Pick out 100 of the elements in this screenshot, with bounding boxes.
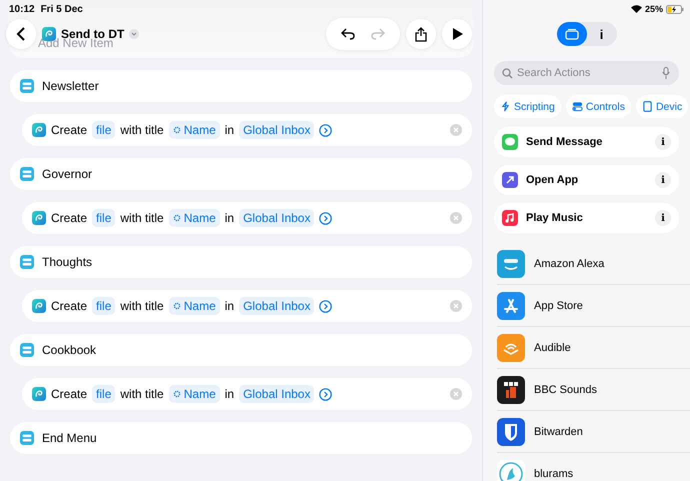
library-tab[interactable] (556, 22, 586, 46)
app-icon (497, 334, 525, 362)
action-label: Send Message (526, 136, 602, 148)
redo-icon (371, 28, 385, 40)
app-icon (32, 123, 46, 137)
suggested-action[interactable]: Play Music i (494, 203, 679, 233)
app-row[interactable]: Bitwarden (497, 411, 690, 453)
expand-icon[interactable] (319, 388, 332, 400)
info-button[interactable]: i (655, 210, 671, 226)
variable-token[interactable]: Name (168, 209, 220, 227)
action-label: Play Music (526, 212, 583, 224)
menu-item[interactable]: Cookbook (10, 334, 472, 366)
variable-token[interactable]: Name (168, 385, 220, 403)
menu-icon (20, 255, 34, 269)
share-icon (415, 26, 427, 42)
app-icon (497, 418, 525, 446)
play-icon (452, 28, 462, 40)
action-icon (502, 134, 518, 150)
action-text: Create (51, 387, 88, 401)
info-button[interactable]: i (655, 172, 671, 188)
battery-level: 25% (644, 4, 663, 14)
variable-token[interactable]: Name (168, 297, 220, 315)
microphone-icon (662, 67, 670, 79)
action-text: Create (51, 299, 88, 313)
app-row[interactable]: Amazon Alexa (497, 243, 690, 285)
menu-item[interactable]: Thoughts (10, 246, 472, 278)
folder-parameter[interactable]: Global Inbox (239, 121, 314, 139)
folder-parameter[interactable]: Global Inbox (239, 385, 314, 403)
type-parameter[interactable]: file (92, 121, 116, 139)
action-text: with title (120, 299, 164, 313)
variable-token[interactable]: Name (168, 121, 220, 139)
status-date: Fri 5 Dec (40, 4, 83, 15)
suggested-action[interactable]: Open App i (494, 165, 679, 195)
folder-parameter[interactable]: Global Inbox (239, 209, 314, 227)
app-row[interactable]: blurams (497, 453, 690, 481)
menu-icon (20, 343, 34, 357)
gear-icon (172, 126, 181, 134)
wifi-icon (630, 5, 642, 13)
action-block[interactable]: Create file with title Name in Global Inbox (22, 114, 472, 146)
menu-icon (20, 79, 34, 93)
app-name: Audible (534, 342, 571, 354)
app-icon (32, 211, 46, 225)
library-icon (564, 28, 578, 40)
app-name: App Store (534, 300, 583, 312)
chevron-left-icon (16, 27, 26, 41)
app-icon (497, 292, 525, 320)
category-chip[interactable]: Devic (636, 95, 688, 118)
info-button[interactable]: i (655, 134, 671, 150)
app-name: BBC Sounds (534, 384, 597, 396)
app-icon (497, 376, 525, 404)
category-chip[interactable]: Scripting (494, 95, 561, 118)
status-time: 10:12 (9, 4, 35, 15)
scripting-icon (500, 101, 511, 112)
type-parameter[interactable]: file (92, 297, 116, 315)
search-icon (502, 68, 513, 78)
action-text: with title (120, 123, 164, 137)
menu-item[interactable]: Newsletter (10, 70, 472, 102)
action-text: in (224, 387, 234, 401)
tablet-icon (642, 101, 653, 112)
undo-icon (341, 28, 355, 40)
app-row[interactable]: Audible (497, 327, 690, 369)
action-text: in (224, 211, 234, 225)
type-parameter[interactable]: file (92, 385, 116, 403)
menu-item[interactable]: Governor (10, 158, 472, 190)
suggested-action[interactable]: Send Message i (494, 127, 679, 157)
folder-parameter[interactable]: Global Inbox (239, 297, 314, 315)
action-text: Create (51, 211, 88, 225)
menu-item-label: Thoughts (42, 255, 92, 269)
app-icon (497, 250, 525, 278)
app-name: blurams (534, 468, 574, 480)
app-name: Bitwarden (534, 426, 583, 438)
menu-item-label: Newsletter (42, 79, 99, 93)
action-icon (502, 210, 518, 226)
category-chip[interactable]: Controls (566, 95, 631, 118)
action-block[interactable]: Create file with title Name in Global Inbox (22, 378, 472, 410)
action-icon (502, 172, 518, 188)
action-text: in (224, 299, 234, 313)
action-block[interactable]: Create file with title Name in Global Inbox (22, 290, 472, 322)
gear-icon (172, 302, 181, 310)
app-row[interactable]: BBC Sounds (497, 369, 690, 411)
gear-icon (172, 214, 181, 222)
menu-icon (20, 431, 34, 445)
expand-icon[interactable] (319, 300, 332, 312)
gear-icon (172, 390, 181, 398)
action-text: in (224, 123, 234, 137)
app-row[interactable]: App Store (497, 285, 690, 327)
menu-item-label: Governor (42, 167, 92, 181)
action-text: Create (51, 123, 88, 137)
menu-item[interactable]: End Menu (10, 422, 472, 454)
search-field[interactable]: Search Actions (494, 61, 679, 85)
toggles-icon (572, 101, 583, 112)
expand-icon[interactable] (319, 124, 332, 136)
app-icon (32, 299, 46, 313)
action-text: with title (120, 211, 164, 225)
chevron-icon (129, 29, 140, 39)
menu-icon (20, 167, 34, 181)
menu-item-label: Cookbook (42, 343, 96, 357)
action-block[interactable]: Create file with title Name in Global Inbox (22, 202, 472, 234)
type-parameter[interactable]: file (92, 209, 116, 227)
expand-icon[interactable] (319, 212, 332, 224)
